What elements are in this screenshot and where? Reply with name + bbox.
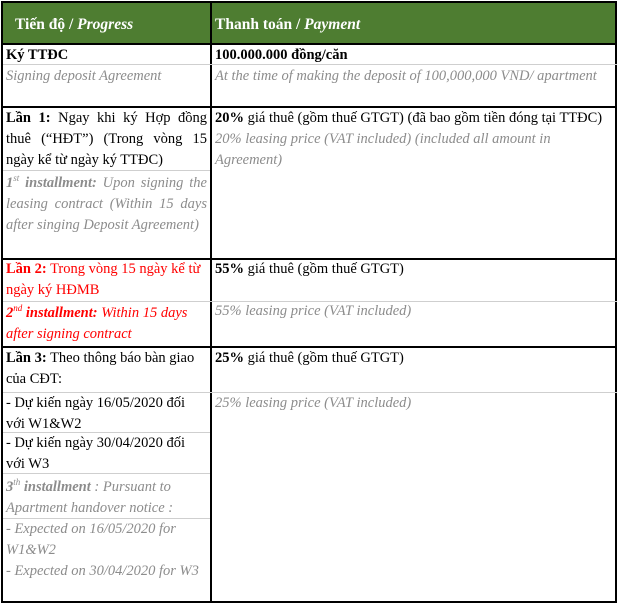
- text: giá thuê (gồm thuế GTGT) (đã bao gồm tiề…: [244, 110, 603, 126]
- row-deposit-progress: Ký TTĐC Signing deposit Agreement: [3, 45, 210, 87]
- payment-en: 25% leasing price (VAT included): [215, 395, 412, 411]
- header-payment-vi: Thanh toán /: [215, 16, 305, 33]
- row-deposit-payment: 100.000.000 đồng/căn At the time of maki…: [212, 45, 617, 87]
- progress-en: 1st installment: Upon signing the leasin…: [6, 173, 207, 236]
- payment-schedule-table: Tiến độ / Progress Thanh toán / Payment …: [1, 1, 617, 603]
- label: Lần 2:: [6, 261, 47, 277]
- payment-en: 55% leasing price (VAT included): [215, 303, 412, 319]
- label: Lần 1:: [6, 110, 51, 126]
- payment-en: 20% leasing price (VAT included) (includ…: [215, 131, 551, 168]
- label: Lần 3:: [6, 350, 47, 366]
- row-installment-1-payment: 20% giá thuê (gồm thuế GTGT) (đã bao gồm…: [212, 108, 617, 171]
- payment-vi: 20% giá thuê (gồm thuế GTGT) (đã bao gồm…: [215, 108, 614, 129]
- progress-en-item: - Expected on 16/05/2020 for W1&W2: [6, 521, 176, 558]
- progress-en: 2nd installment: Within 15 days after si…: [6, 303, 207, 345]
- header-progress-vi: Tiến độ /: [15, 16, 78, 33]
- progress-vi: Lần 3: Theo thông báo bàn giao của CĐT:: [6, 348, 207, 393]
- row-installment-1-progress: Lần 1: Ngay khi ký Hợp đồng thuê (“HĐT”)…: [3, 108, 210, 236]
- payment-vi: 100.000.000 đồng/căn: [215, 47, 348, 63]
- text: giá thuê (gồm thuế GTGT): [244, 350, 404, 366]
- progress-vi: Lần 1: Ngay khi ký Hợp đồng thuê (“HĐT”)…: [6, 108, 207, 171]
- pct: 55%: [215, 261, 244, 277]
- row-installment-3-progress: Lần 3: Theo thông báo bàn giao của CĐT: …: [3, 348, 210, 582]
- table-header: Tiến độ / Progress Thanh toán / Payment: [3, 3, 615, 43]
- row-installment-3-payment: 25% giá thuê (gồm thuế GTGT) 25% leasing…: [212, 348, 617, 414]
- row-installment-2-payment: 55% giá thuê (gồm thuế GTGT) 55% leasing…: [212, 259, 617, 322]
- header-progress: Tiến độ / Progress: [15, 14, 133, 35]
- header-progress-en: Progress: [77, 16, 134, 33]
- payment-en: At the time of making the deposit of 100…: [215, 68, 597, 84]
- progress-vi: Lần 2: Trong vòng 15 ngày kể từ ngày ký …: [6, 259, 207, 301]
- progress-vi: Ký TTĐC: [6, 47, 69, 63]
- payment-vi: 55% giá thuê (gồm thuế GTGT): [215, 259, 614, 280]
- label: installment: [20, 479, 91, 495]
- header-payment-en: Payment: [304, 16, 361, 33]
- progress-vi-item: - Dự kiến ngày 16/05/2020 đối với W1&W2: [6, 395, 186, 432]
- header-payment: Thanh toán / Payment: [215, 14, 360, 35]
- pct: 25%: [215, 350, 244, 366]
- text: giá thuê (gồm thuế GTGT): [244, 261, 404, 277]
- progress-en: Signing deposit Agreement: [6, 68, 162, 84]
- progress-en-item: - Expected on 30/04/2020 for W3: [6, 563, 199, 579]
- label: installment:: [22, 305, 98, 321]
- pct: 20%: [215, 110, 244, 126]
- sup: nd: [13, 303, 23, 314]
- row-installment-2-progress: Lần 2: Trong vòng 15 ngày kể từ ngày ký …: [3, 259, 210, 345]
- progress-en: 3th installment : Pursuant to Apartment …: [6, 474, 207, 519]
- label: installment:: [19, 175, 97, 191]
- payment-vi: 25% giá thuê (gồm thuế GTGT): [215, 348, 614, 393]
- progress-vi-item: - Dự kiến ngày 30/04/2020 đối với W3: [6, 435, 186, 472]
